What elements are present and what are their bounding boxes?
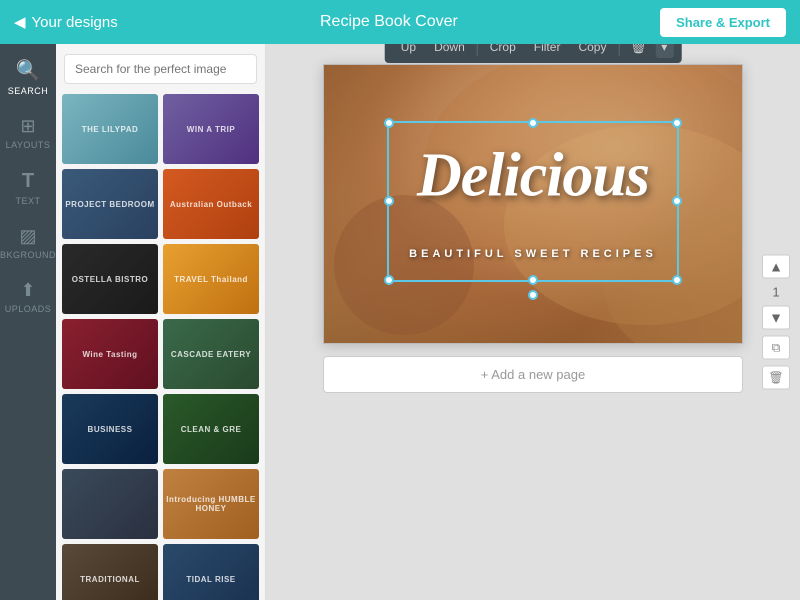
back-label: Your designs [32, 14, 118, 31]
template-label: WIN A TRIP [163, 94, 259, 164]
canvas-wrapper: Up Down Crop Filter Copy 🗑 ▾ [323, 64, 743, 393]
share-export-button[interactable]: Share & Export [660, 8, 786, 37]
canvas-toolbar: Up Down Crop Filter Copy 🗑 ▾ [385, 44, 682, 63]
uploads-icon: ⬆ [20, 280, 35, 301]
template-card[interactable]: TRAVEL Thailand [163, 244, 259, 314]
back-link[interactable]: ◀ Your designs [14, 13, 118, 31]
page-up-button[interactable]: ▲ [762, 255, 790, 279]
toolbar-divider-1 [477, 44, 478, 56]
delete-button[interactable]: 🗑 [623, 44, 653, 59]
sidebar-item-uploads[interactable]: ⬆ UPLOADS [0, 272, 56, 322]
text-icon: T [22, 170, 34, 193]
search-input[interactable] [64, 54, 257, 84]
template-label: BUSINESS [62, 394, 158, 464]
back-arrow-icon: ◀ [14, 13, 26, 31]
page-delete-button[interactable]: 🗑 [762, 366, 790, 390]
template-card[interactable]: BUSINESS [62, 394, 158, 464]
template-card[interactable]: TRADITIONAL [62, 544, 158, 600]
canvas-main-text: Delicious [417, 141, 649, 212]
template-label: CLEAN & GRE [163, 394, 259, 464]
search-bar [56, 44, 265, 94]
sidebar-item-layouts[interactable]: ⊞ LAYOUTS [0, 108, 56, 158]
background-icon: ▨ [19, 226, 36, 247]
right-toolbar: ▲ 1 ▼ ⧉ 🗑 [762, 255, 790, 390]
sidebar-item-background[interactable]: ▨ BKGROUND [0, 218, 56, 268]
canvas-area: Up Down Crop Filter Copy 🗑 ▾ [266, 44, 800, 600]
filter-button[interactable]: Filter [526, 44, 569, 58]
page-title: Recipe Book Cover [320, 13, 458, 31]
templates-grid: THE LILYPADWIN A TRIPPROJECT BEDROOMAust… [56, 94, 265, 600]
template-label: OSTELLA BISTRO [62, 244, 158, 314]
copy-button[interactable]: Copy [570, 44, 614, 58]
template-label: CASCADE EATERY [163, 319, 259, 389]
template-card[interactable]: TIDAL RISE [163, 544, 259, 600]
template-label [62, 469, 158, 539]
crop-button[interactable]: Crop [482, 44, 524, 58]
search-icon: 🔍 [16, 58, 41, 83]
template-card[interactable]: Australian Outback [163, 169, 259, 239]
toolbar-divider-2 [618, 44, 619, 56]
header: ◀ Your designs Recipe Book Cover Share &… [0, 0, 800, 44]
canvas-sub-text: BEAUTIFUL SWEET RECIPES [409, 248, 657, 260]
template-card[interactable]: PROJECT BEDROOM [62, 169, 158, 239]
template-card[interactable]: THE LILYPAD [62, 94, 158, 164]
template-label: Introducing HUMBLE HONEY [163, 469, 259, 539]
page-copy-button[interactable]: ⧉ [762, 336, 790, 360]
template-label: THE LILYPAD [62, 94, 158, 164]
template-label: Australian Outback [163, 169, 259, 239]
template-card[interactable]: CLEAN & GRE [163, 394, 259, 464]
template-card[interactable]: Wine Tasting [62, 319, 158, 389]
template-card[interactable]: Introducing HUMBLE HONEY [163, 469, 259, 539]
page-number: 1 [772, 285, 779, 300]
template-label: TRAVEL Thailand [163, 244, 259, 314]
sidebar-item-search[interactable]: 🔍 SEARCH [0, 50, 56, 104]
template-label: Wine Tasting [62, 319, 158, 389]
icon-bar: 🔍 SEARCH ⊞ LAYOUTS T TEXT ▨ BKGROUND ⬆ U… [0, 44, 56, 600]
sidebar-item-text[interactable]: T TEXT [0, 162, 56, 214]
template-card[interactable]: OSTELLA BISTRO [62, 244, 158, 314]
template-card[interactable] [62, 469, 158, 539]
canvas[interactable]: Delicious BEAUTIFUL SWEET RECIPES [323, 64, 743, 344]
template-card[interactable]: WIN A TRIP [163, 94, 259, 164]
templates-panel: THE LILYPADWIN A TRIPPROJECT BEDROOMAust… [56, 44, 266, 600]
up-button[interactable]: Up [393, 44, 424, 58]
down-button[interactable]: Down [426, 44, 473, 58]
layouts-icon: ⊞ [20, 116, 35, 137]
main-layout: 🔍 SEARCH ⊞ LAYOUTS T TEXT ▨ BKGROUND ⬆ U… [0, 44, 800, 600]
template-label: PROJECT BEDROOM [62, 169, 158, 239]
add-page-button[interactable]: + Add a new page [323, 356, 743, 393]
toolbar-more-button[interactable]: ▾ [655, 44, 673, 58]
template-card[interactable]: CASCADE EATERY [163, 319, 259, 389]
page-down-button[interactable]: ▼ [762, 306, 790, 330]
template-label: TIDAL RISE [163, 544, 259, 600]
template-label: TRADITIONAL [62, 544, 158, 600]
